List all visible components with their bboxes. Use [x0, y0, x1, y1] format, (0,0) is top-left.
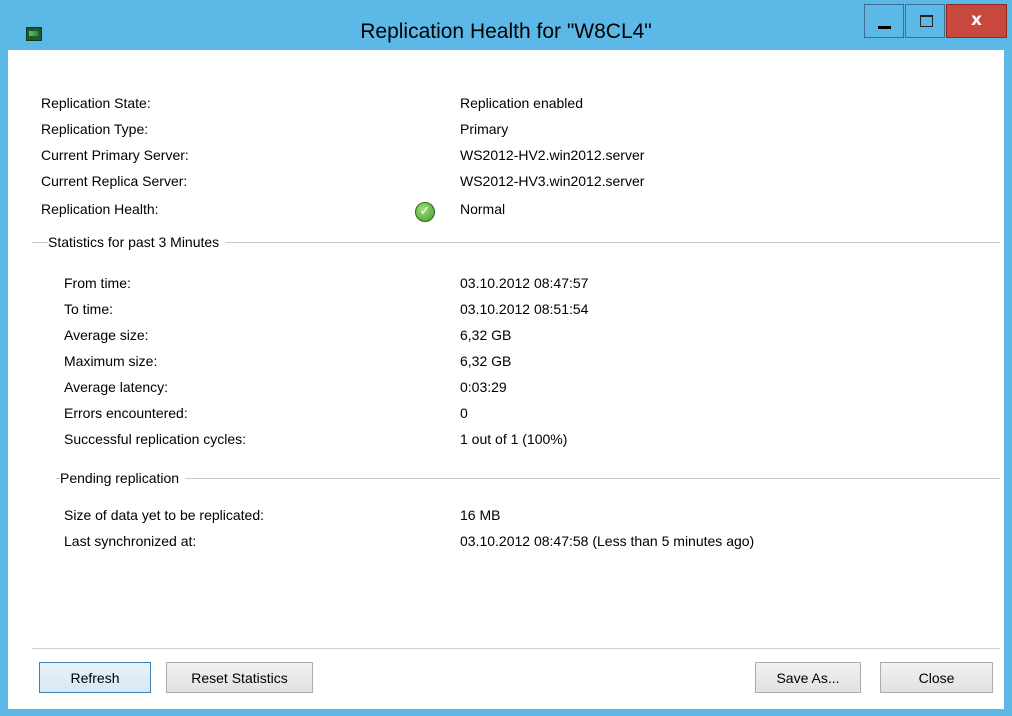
- errors-encountered-value: 0: [460, 405, 468, 421]
- dialog-body: Replication State: Replication enabled R…: [8, 50, 1004, 709]
- primary-server-label: Current Primary Server:: [41, 147, 189, 163]
- replication-health-value: Normal: [460, 201, 506, 217]
- minimize-icon: [878, 26, 891, 29]
- close-button[interactable]: Close: [880, 662, 993, 693]
- replica-server-value: WS2012-HV3.win2012.server: [460, 173, 645, 189]
- to-time-value: 03.10.2012 08:51:54: [460, 301, 589, 317]
- replication-health-window: Replication Health for "W8CL4" x Replica…: [0, 0, 1012, 716]
- average-size-label: Average size:: [64, 327, 149, 343]
- replication-state-label: Replication State:: [41, 95, 151, 111]
- successful-cycles-value: 1 out of 1 (100%): [460, 431, 568, 447]
- to-time-label: To time:: [64, 301, 114, 317]
- statistics-group-header: Statistics for past 3 Minutes: [48, 232, 226, 252]
- reset-statistics-button[interactable]: Reset Statistics: [166, 662, 313, 693]
- replica-server-label: Current Replica Server:: [41, 173, 188, 189]
- maximize-button[interactable]: [905, 4, 945, 38]
- from-time-label: From time:: [64, 275, 131, 291]
- average-latency-label: Average latency:: [64, 379, 169, 395]
- last-synchronized-value: 03.10.2012 08:47:58 (Less than 5 minutes…: [460, 533, 755, 549]
- replication-type-label: Replication Type:: [41, 121, 149, 137]
- errors-encountered-label: Errors encountered:: [64, 405, 188, 421]
- close-window-button[interactable]: x: [946, 4, 1007, 38]
- last-synchronized-label: Last synchronized at:: [64, 533, 197, 549]
- green-check-icon: ✓: [415, 202, 435, 222]
- minimize-button[interactable]: [864, 4, 904, 38]
- replication-state-value: Replication enabled: [460, 95, 583, 111]
- maximum-size-label: Maximum size:: [64, 353, 158, 369]
- maximum-size-value: 6,32 GB: [460, 353, 512, 369]
- save-as-button[interactable]: Save As...: [755, 662, 861, 693]
- successful-cycles-label: Successful replication cycles:: [64, 431, 247, 447]
- refresh-button[interactable]: Refresh: [39, 662, 151, 693]
- close-icon: x: [971, 10, 982, 30]
- pending-group-header: Pending replication: [60, 468, 186, 488]
- replication-health-label: Replication Health:: [41, 201, 159, 217]
- window-title: Replication Health for "W8CL4": [360, 20, 652, 43]
- pending-group-divider: [56, 478, 1000, 479]
- replication-type-value: Primary: [460, 121, 509, 137]
- maximize-icon: [920, 15, 933, 27]
- from-time-value: 03.10.2012 08:47:57: [460, 275, 589, 291]
- footer-separator: [32, 648, 1000, 649]
- title-bar[interactable]: Replication Health for "W8CL4" x: [0, 0, 1012, 50]
- primary-server-value: WS2012-HV2.win2012.server: [460, 147, 645, 163]
- average-latency-value: 0:03:29: [460, 379, 507, 395]
- pending-size-value: 16 MB: [460, 507, 501, 523]
- average-size-value: 6,32 GB: [460, 327, 512, 343]
- pending-size-label: Size of data yet to be replicated:: [64, 507, 265, 523]
